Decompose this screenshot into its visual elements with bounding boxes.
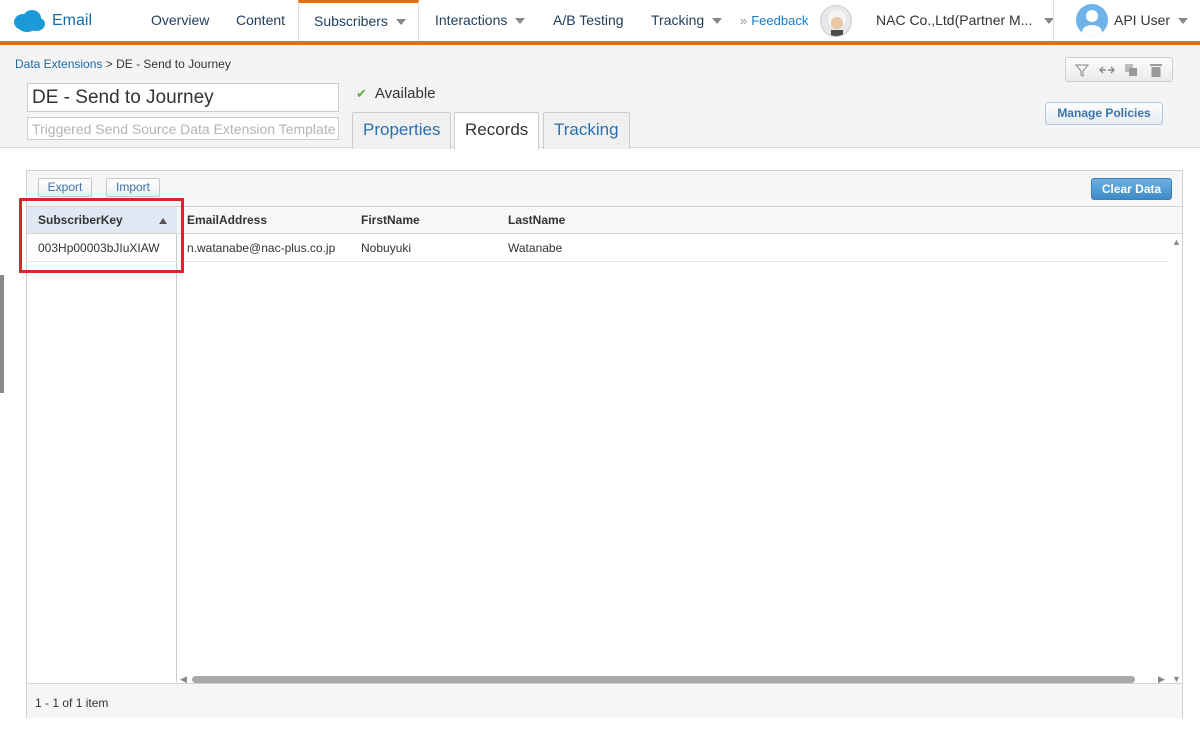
column-header-emailaddress[interactable]: EmailAddress — [187, 207, 267, 234]
highlight-box — [19, 198, 184, 273]
nav-content-label: Content — [236, 12, 286, 28]
account-switcher[interactable]: NAC Co.,Ltd(Partner M... — [876, 12, 1032, 28]
nav-interactions-label: Interactions — [435, 12, 508, 28]
nav-ab-testing[interactable]: A/B Testing — [553, 0, 624, 41]
einstein-face-icon — [828, 10, 846, 36]
nav-overview[interactable]: Overview — [151, 0, 209, 41]
copy-add-icon[interactable] — [1122, 62, 1140, 78]
row-divider — [178, 261, 1168, 262]
sidebar-resize-handle[interactable] — [0, 275, 4, 393]
nav-tracking[interactable]: Tracking — [651, 0, 723, 41]
nav-subscribers[interactable]: Subscribers — [298, 0, 419, 41]
nav-content[interactable]: Content — [236, 0, 285, 41]
column-header-lastname[interactable]: LastName — [508, 207, 565, 234]
einstein-avatar-icon[interactable] — [820, 5, 852, 37]
chevron-down-icon — [395, 19, 406, 26]
tab-records[interactable]: Records — [454, 112, 540, 150]
scrollbar-thumb[interactable] — [192, 676, 1135, 683]
column-header-firstname[interactable]: FirstName — [361, 207, 420, 234]
cell-emailaddress[interactable]: n.watanabe@nac-plus.co.jp — [187, 241, 335, 255]
data-extension-header: Data Extensions > DE - Send to Journey ✔… — [0, 45, 1200, 150]
feedback-link[interactable]: » Feedback — [740, 13, 808, 28]
nav-interactions[interactable]: Interactions — [435, 0, 526, 41]
filter-icon[interactable] — [1073, 62, 1091, 78]
salesforce-cloud-icon — [14, 10, 45, 32]
trash-icon[interactable] — [1147, 62, 1165, 78]
breadcrumb-data-extensions[interactable]: Data Extensions — [15, 57, 102, 71]
tab-properties[interactable]: Properties — [352, 112, 452, 149]
nav-ab-testing-label: A/B Testing — [553, 12, 624, 28]
tab-tracking[interactable]: Tracking — [543, 112, 630, 149]
breadcrumb-current: DE - Send to Journey — [116, 57, 231, 71]
nav-tracking-label: Tracking — [651, 12, 705, 28]
chevron-down-icon — [712, 18, 723, 25]
app-name: Email — [52, 12, 93, 29]
manage-policies-button[interactable]: Manage Policies — [1045, 102, 1163, 125]
locked-column: SubscriberKey 003Hp00003bJIuXIAW — [27, 207, 177, 682]
user-menu[interactable]: API User — [1114, 12, 1170, 28]
name-field[interactable] — [27, 83, 339, 112]
cell-firstname[interactable]: Nobuyuki — [361, 241, 411, 255]
status-indicator: ✔ Available — [356, 85, 436, 102]
status-label: Available — [374, 85, 436, 102]
chevron-down-icon — [515, 18, 526, 25]
description-field[interactable] — [27, 117, 339, 140]
nav-subscribers-label: Subscribers — [314, 13, 388, 29]
nav-overview-label: Overview — [151, 12, 210, 28]
swap-columns-icon[interactable] — [1098, 62, 1116, 78]
feedback-label: Feedback — [751, 13, 809, 28]
pager-bar: 1 - 1 of 1 item — [27, 683, 1182, 718]
pager-summary: 1 - 1 of 1 item — [35, 696, 109, 710]
scroll-up-icon[interactable]: ▲ — [1172, 237, 1181, 247]
app-brand[interactable]: Email — [12, 8, 92, 34]
top-navigation: Email Overview Content Subscribers Inter… — [0, 0, 1200, 45]
clear-data-button[interactable]: Clear Data — [1091, 178, 1172, 200]
record-toolbar — [1065, 57, 1173, 82]
breadcrumb-separator: > — [105, 57, 113, 71]
cell-lastname[interactable]: Watanabe — [508, 241, 562, 255]
double-chevron-icon: » — [740, 13, 748, 28]
person-icon — [1082, 10, 1102, 36]
import-button[interactable]: Import — [106, 178, 160, 197]
breadcrumb: Data Extensions > DE - Send to Journey — [15, 57, 231, 71]
records-toolbar: Export Import Clear Data — [27, 171, 1182, 207]
records-panel: Export Import Clear Data SubscriberKey 0… — [26, 170, 1183, 718]
chevron-down-icon[interactable] — [1178, 18, 1188, 24]
user-avatar-icon[interactable] — [1076, 4, 1108, 36]
export-button[interactable]: Export — [38, 178, 92, 197]
grid-header: EmailAddress FirstName LastName — [178, 207, 1182, 234]
divider — [1053, 0, 1054, 41]
checkmark-icon: ✔ — [356, 85, 367, 101]
